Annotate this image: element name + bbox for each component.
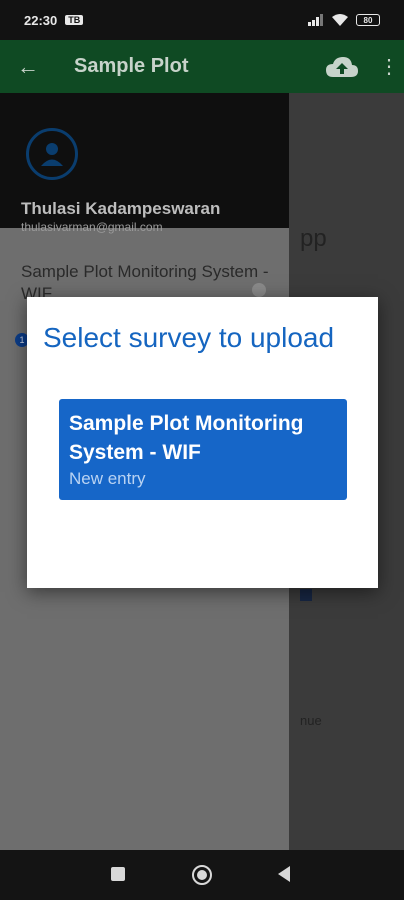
system-navigation-bar [0,850,404,900]
recents-button[interactable] [111,867,125,881]
back-button[interactable]: ← [0,54,56,80]
notification-icon: TB [65,15,84,25]
battery-icon: 80 [356,14,380,26]
wifi-icon [332,14,348,26]
survey-option-button[interactable]: Sample Plot Monitoring System - WIF New … [59,399,347,500]
more-vert-icon[interactable]: ⋮ [374,54,404,79]
signal-icon [308,14,323,26]
survey-status: New entry [69,469,146,488]
avatar [26,128,78,180]
dialog-title: Select survey to upload [43,322,335,353]
status-icons: 80 [308,14,380,26]
account-icon [41,143,63,166]
battery-level: 80 [363,15,373,25]
cloud-upload-icon[interactable] [324,55,360,79]
status-bar: 22:30 TB 80 [0,0,404,40]
app-title: Sample Plot [74,55,189,77]
arrow-left-icon: ← [17,53,39,79]
back-nav-button[interactable] [278,866,290,882]
user-email: thulasivarman@gmail.com [21,220,163,234]
select-survey-dialog: Select survey to upload Sample Plot Moni… [27,297,378,588]
app-bar: ← Sample Plot ⋮ [0,40,404,93]
info-icon [252,283,266,297]
home-button[interactable] [192,865,212,885]
status-time: 22:30 [24,12,58,28]
survey-name: Sample Plot Monitoring System - WIF [69,412,304,464]
user-name: Thulasi Kadampeswaran [21,199,221,218]
